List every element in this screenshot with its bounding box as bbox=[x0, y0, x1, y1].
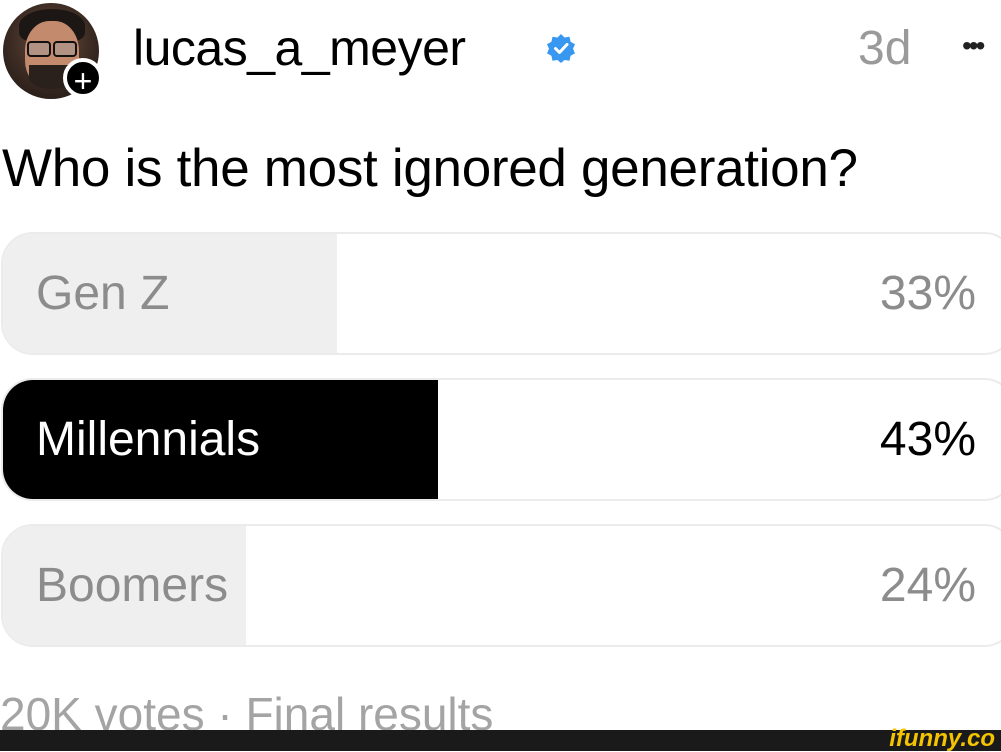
poll-option-label: Gen Z bbox=[36, 267, 170, 320]
poll-option-gen-z[interactable]: Gen Z 33% bbox=[1, 232, 1001, 355]
watermark-logo: ifunny.co bbox=[889, 725, 995, 752]
verified-badge-icon bbox=[547, 34, 575, 63]
poll-option-percent: 43% bbox=[879, 413, 976, 466]
post-timestamp: 3d bbox=[858, 22, 912, 75]
poll-option-label: Millennials bbox=[36, 413, 261, 466]
avatar-glasses bbox=[27, 41, 77, 57]
poll-option-percent: 33% bbox=[879, 267, 976, 320]
poll-option-millennials[interactable]: Millennials 43% bbox=[1, 378, 1001, 501]
more-horizontal-icon[interactable]: ••• bbox=[962, 26, 985, 66]
post-header: + lucas_a_meyer 3d ••• bbox=[0, 0, 1001, 110]
poll-question: Who is the most ignored generation? bbox=[2, 139, 858, 198]
username[interactable]: lucas_a_meyer bbox=[133, 16, 466, 80]
plus-icon[interactable]: + bbox=[63, 58, 103, 99]
watermark-bar bbox=[0, 730, 1001, 751]
poll-option-label: Boomers bbox=[36, 559, 229, 612]
poll-option-boomers[interactable]: Boomers 24% bbox=[1, 524, 1001, 647]
poll-option-percent: 24% bbox=[879, 559, 976, 612]
